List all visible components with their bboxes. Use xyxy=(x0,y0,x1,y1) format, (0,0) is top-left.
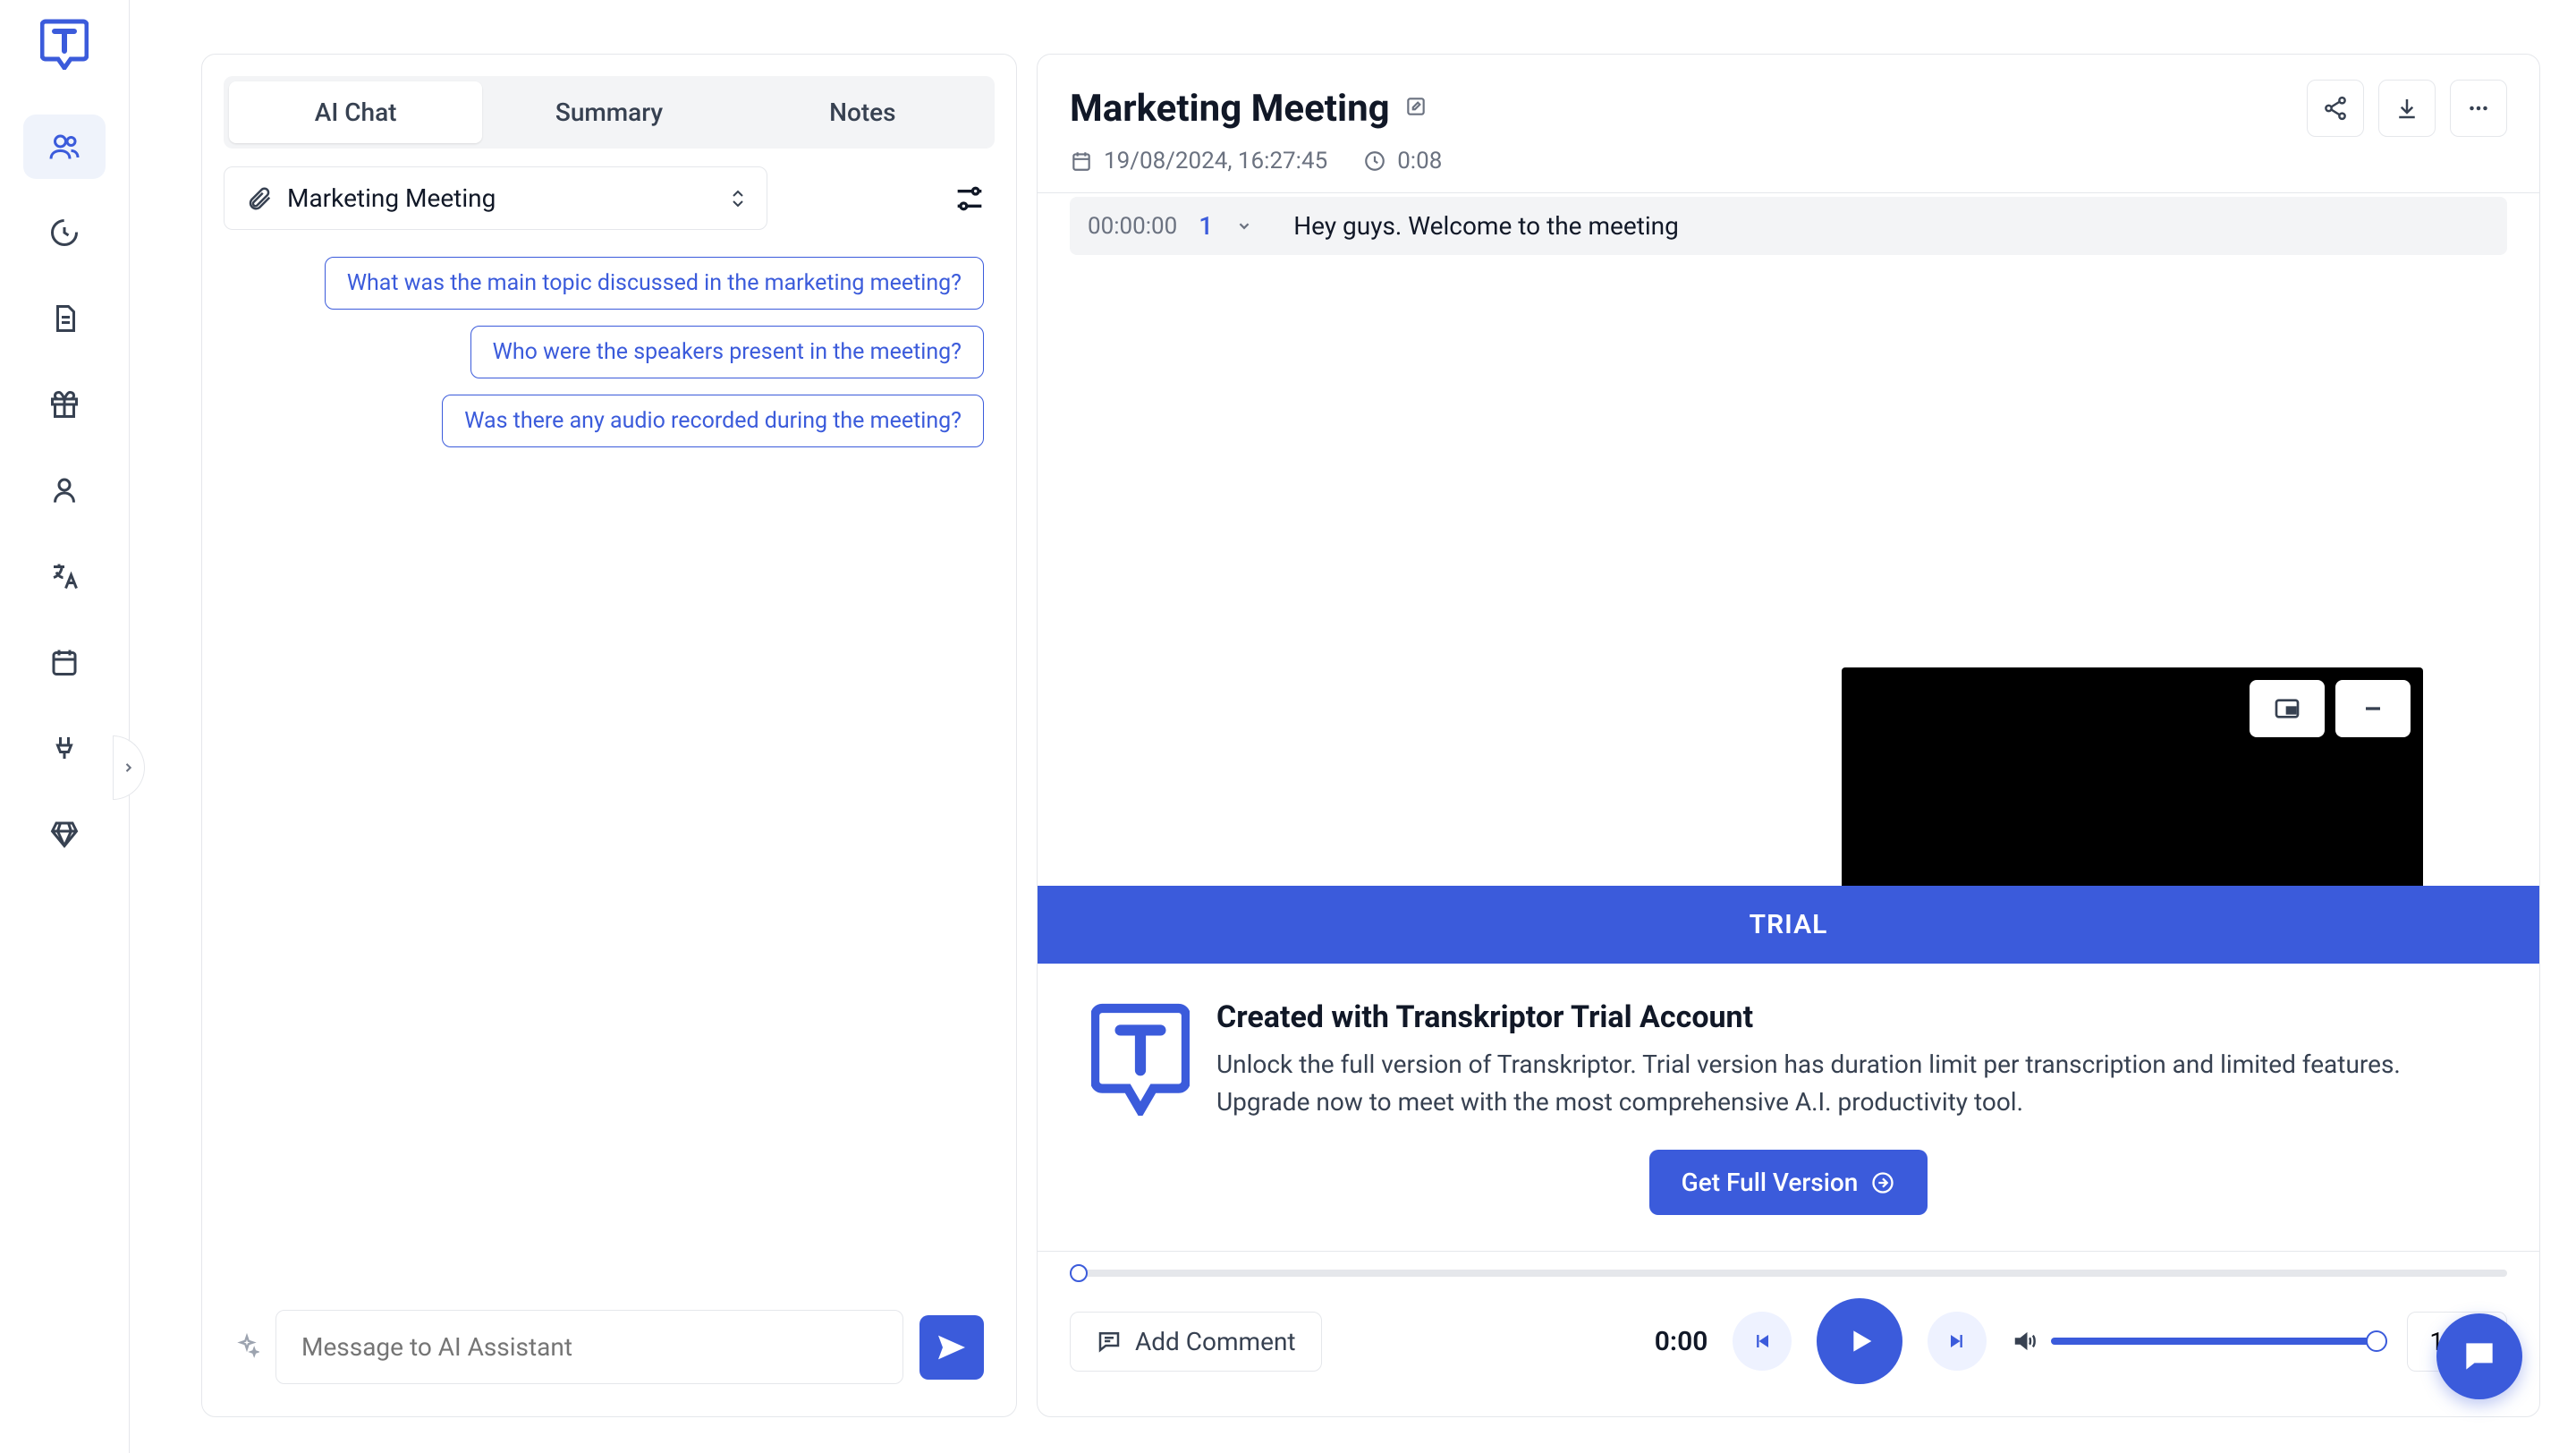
trial-logo xyxy=(1091,999,1190,1116)
calendar-icon xyxy=(1070,149,1093,173)
suggestion-chips: What was the main topic discussed in the… xyxy=(224,257,995,447)
volume-icon[interactable] xyxy=(2012,1328,2038,1355)
trial-heading: Created with Transkriptor Trial Account xyxy=(1216,999,2486,1035)
pencil-icon xyxy=(1404,95,1428,118)
minus-icon xyxy=(2359,694,2387,723)
download-button[interactable] xyxy=(2378,80,2436,137)
player: Add Comment 0:00 1x xyxy=(1038,1251,2539,1416)
nav-team[interactable] xyxy=(23,115,106,179)
suggestion-chip[interactable]: What was the main topic discussed in the… xyxy=(325,257,984,310)
chat-bubble-button[interactable] xyxy=(2436,1313,2522,1399)
nav-activity[interactable] xyxy=(23,200,106,265)
filter-settings-button[interactable] xyxy=(945,174,995,224)
download-icon xyxy=(2394,95,2420,122)
ai-panel: AI Chat Summary Notes Marketing Meeting … xyxy=(201,54,1017,1417)
page-title: Marketing Meeting xyxy=(1070,87,1390,131)
composer-input[interactable] xyxy=(275,1310,903,1384)
minimize-video-button[interactable] xyxy=(2335,680,2411,737)
clock-icon xyxy=(1363,149,1386,173)
more-horizontal-icon xyxy=(2465,95,2492,122)
progress-bar[interactable] xyxy=(1070,1270,2507,1277)
get-full-version-button[interactable]: Get Full Version xyxy=(1649,1150,1928,1215)
arrow-right-circle-icon xyxy=(1870,1170,1895,1195)
suggestion-chip[interactable]: Was there any audio recorded during the … xyxy=(442,395,984,447)
send-button[interactable] xyxy=(919,1315,984,1380)
speaker-label[interactable]: 1 xyxy=(1199,211,1213,241)
trial-description: Unlock the full version of Transkriptor.… xyxy=(1216,1046,2486,1121)
previous-button[interactable] xyxy=(1733,1312,1792,1371)
send-icon xyxy=(934,1330,970,1365)
trial-cta-label: Get Full Version xyxy=(1682,1168,1859,1197)
progress-thumb[interactable] xyxy=(1070,1264,1088,1282)
volume-slider[interactable] xyxy=(2051,1338,2382,1345)
meta-date: 19/08/2024, 16:27:45 xyxy=(1070,148,1327,174)
nav-integration[interactable] xyxy=(23,716,106,780)
attachment-icon xyxy=(246,185,273,212)
trial-body: Created with Transkriptor Trial Account … xyxy=(1038,964,2539,1251)
video-preview[interactable] xyxy=(1842,667,2423,886)
transcript-panel: Marketing Meeting 19/08/2024, 16:27:45 xyxy=(1037,54,2540,1417)
player-time: 0:00 xyxy=(1655,1326,1708,1357)
nav-documents[interactable] xyxy=(23,286,106,351)
play-icon xyxy=(1842,1323,1877,1359)
chevron-down-icon[interactable] xyxy=(1234,217,1254,236)
volume-control xyxy=(2012,1328,2382,1355)
tab-notes[interactable]: Notes xyxy=(736,81,989,143)
comment-icon xyxy=(1096,1328,1123,1355)
tab-ai-chat[interactable]: AI Chat xyxy=(229,81,482,143)
app-logo[interactable] xyxy=(40,18,89,70)
more-button[interactable] xyxy=(2450,80,2507,137)
nav-user[interactable] xyxy=(23,458,106,523)
nav-gift[interactable] xyxy=(23,372,106,437)
picture-in-picture-button[interactable] xyxy=(2250,680,2325,737)
duration-value: 0:08 xyxy=(1397,148,1442,174)
sparkle-icon xyxy=(234,1333,259,1362)
nav-calendar[interactable] xyxy=(23,630,106,694)
nav-premium[interactable] xyxy=(23,802,106,866)
share-icon xyxy=(2322,95,2349,122)
composer xyxy=(224,1299,995,1395)
skip-forward-icon xyxy=(1945,1329,1970,1354)
trial-banner: TRIAL xyxy=(1038,886,2539,964)
meta-duration: 0:08 xyxy=(1363,148,1442,174)
selector-row: Marketing Meeting xyxy=(224,166,995,230)
transcript-body: 00:00:00 1 Hey guys. Welcome to the meet… xyxy=(1038,193,2539,886)
chat-icon xyxy=(2460,1337,2499,1376)
chevron-up-down-icon xyxy=(731,190,745,208)
play-button[interactable] xyxy=(1817,1298,1902,1384)
nav-list xyxy=(23,115,106,866)
add-comment-label: Add Comment xyxy=(1135,1327,1296,1356)
share-button[interactable] xyxy=(2307,80,2364,137)
timestamp: 00:00:00 xyxy=(1088,213,1177,240)
tab-bar: AI Chat Summary Notes xyxy=(224,76,995,149)
nav-language[interactable] xyxy=(23,544,106,608)
meeting-selector[interactable]: Marketing Meeting xyxy=(224,166,767,230)
sliders-icon xyxy=(952,181,987,217)
sidebar xyxy=(0,0,130,1453)
suggestion-chip[interactable]: Who were the speakers present in the mee… xyxy=(470,326,984,378)
transcript-line[interactable]: 00:00:00 1 Hey guys. Welcome to the meet… xyxy=(1070,197,2507,255)
selector-label: Marketing Meeting xyxy=(287,183,716,213)
tab-summary[interactable]: Summary xyxy=(482,81,735,143)
panel-header: Marketing Meeting 19/08/2024, 16:27:45 xyxy=(1038,55,2539,193)
add-comment-button[interactable]: Add Comment xyxy=(1070,1312,1322,1372)
edit-title-button[interactable] xyxy=(1404,95,1428,122)
transcript-text: Hey guys. Welcome to the meeting xyxy=(1293,211,1679,241)
date-value: 19/08/2024, 16:27:45 xyxy=(1104,148,1327,174)
volume-thumb[interactable] xyxy=(2366,1330,2387,1352)
pip-icon xyxy=(2273,694,2301,723)
next-button[interactable] xyxy=(1928,1312,1987,1371)
main-content: AI Chat Summary Notes Marketing Meeting … xyxy=(130,0,2576,1453)
skip-back-icon xyxy=(1750,1329,1775,1354)
